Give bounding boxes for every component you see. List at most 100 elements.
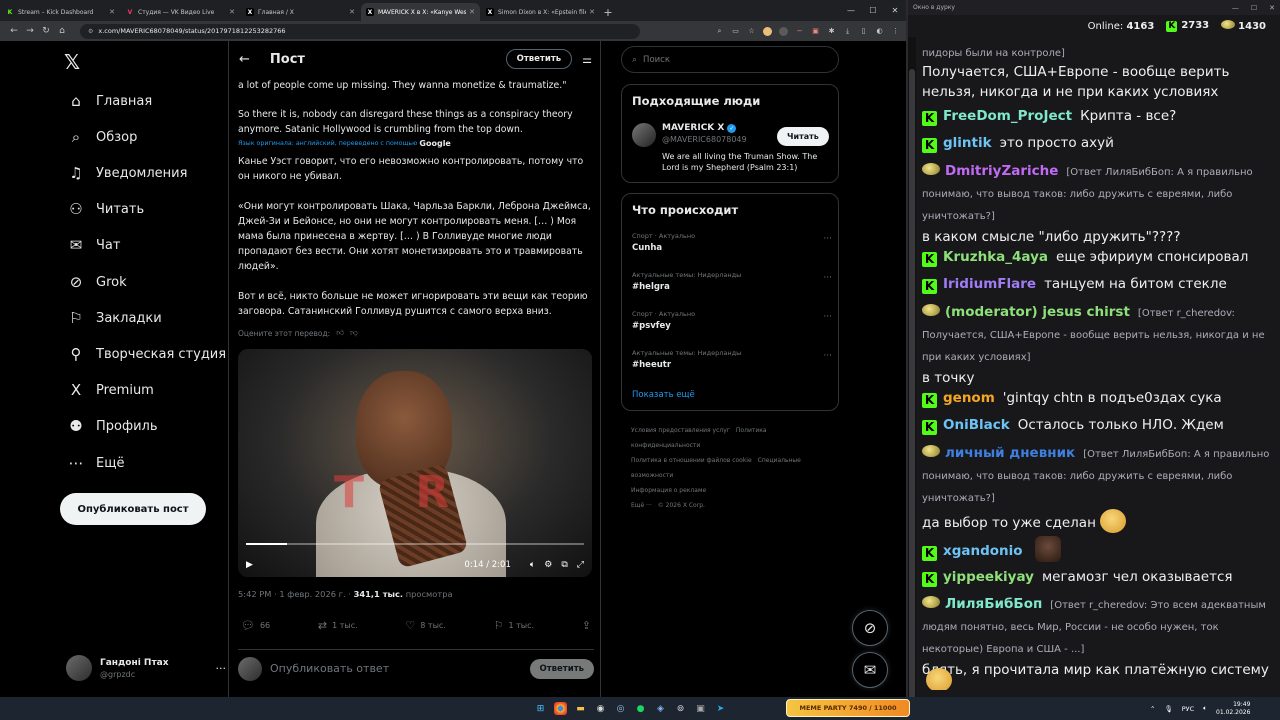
tab-close-icon[interactable]: ✕: [469, 8, 475, 16]
chat-username[interactable]: IridiumFlare: [943, 276, 1036, 292]
browser-tab[interactable]: V Студия — VK Видео Live ✕: [121, 3, 240, 21]
site-info-icon[interactable]: ⚙: [88, 28, 93, 35]
chat-scrollbar-thumb[interactable]: [909, 69, 915, 709]
trend-item[interactable]: Актуальные темы: Нидерланды #heeutr ···: [632, 349, 832, 370]
extension-2-icon[interactable]: [779, 26, 788, 36]
footer-link[interactable]: Политика в отношении файлов cookie: [631, 457, 752, 464]
chat-username[interactable]: xgandonio: [943, 543, 1023, 559]
volume-tray-icon[interactable]: 🔈︎: [1203, 704, 1207, 713]
language-indicator[interactable]: РУС: [1182, 705, 1194, 713]
more-icon[interactable]: ···: [823, 273, 832, 283]
footer-link[interactable]: Ещё ···: [631, 502, 652, 509]
x-logo-icon[interactable]: 𝕏: [64, 50, 80, 74]
chat-username[interactable]: glintik: [943, 135, 992, 151]
trend-item[interactable]: Спорт · Актуально #psvfey ···: [632, 310, 832, 331]
zoom-icon[interactable]: ⌕: [715, 27, 724, 36]
cast-icon[interactable]: ▭: [731, 27, 740, 36]
thumbs-down-icon[interactable]: 👎︎: [350, 328, 358, 338]
chat-username[interactable]: личный дневник: [945, 445, 1075, 461]
close-icon[interactable]: ✕: [884, 0, 906, 21]
show-more-link[interactable]: Показать ещё: [632, 390, 695, 400]
menu-icon[interactable]: ⋮: [891, 27, 900, 36]
chat-username[interactable]: FreeDom_ProJect: [943, 108, 1072, 124]
more-icon[interactable]: ···: [823, 312, 832, 322]
tab-close-icon[interactable]: ✕: [589, 8, 595, 16]
url-field[interactable]: ⚙ x.com/MAVERIC68078049/status/201797181…: [80, 23, 640, 39]
reply-action[interactable]: 💬︎ 66: [241, 619, 270, 632]
grok-fab-icon[interactable]: ⊘: [852, 610, 888, 646]
nav-item-bell[interactable]: ♫ Уведомления: [66, 158, 187, 188]
chat-scrollbar[interactable]: [908, 37, 916, 709]
play-icon[interactable]: ▶: [246, 560, 253, 570]
start-icon[interactable]: ⊞: [534, 702, 547, 715]
extension-1-icon[interactable]: [763, 26, 772, 36]
chat-username[interactable]: OniBlack: [943, 417, 1010, 433]
app-icon[interactable]: ⊚: [674, 702, 687, 715]
reply-input[interactable]: Опубликовать ответ: [270, 662, 389, 675]
reply-submit-button[interactable]: Ответить: [529, 658, 594, 679]
nav-item-x-premium[interactable]: X Premium: [66, 375, 154, 405]
bookmark-star-icon[interactable]: ☆: [747, 27, 756, 36]
chat-username[interactable]: (moderator) jesus chirst: [945, 304, 1130, 320]
back-icon[interactable]: ←: [6, 26, 22, 36]
minimize-icon[interactable]: —: [1232, 4, 1239, 12]
volume-icon[interactable]: 🔈︎: [530, 560, 535, 570]
obs-icon[interactable]: ◉: [594, 702, 607, 715]
more-icon[interactable]: ···: [823, 351, 832, 361]
explorer-icon[interactable]: ▬: [574, 702, 587, 715]
like-action[interactable]: ♡ 8 тыс.: [405, 619, 445, 632]
sidebar-icon[interactable]: ▯: [859, 27, 868, 36]
maximize-icon[interactable]: ☐: [1251, 4, 1257, 12]
footer-link[interactable]: Условия предоставления услуг: [631, 427, 730, 434]
footer-link[interactable]: © 2026 X Corp.: [658, 502, 705, 509]
nav-item-home[interactable]: ⌂ Главная: [66, 86, 152, 116]
chrome-icon[interactable]: [554, 702, 567, 715]
microphone-icon[interactable]: 🎙︎: [1164, 705, 1172, 713]
bookmark-action[interactable]: ⚐ 1 тыс.: [494, 619, 534, 632]
messages-fab-icon[interactable]: ✉: [852, 652, 888, 688]
reply-header-button[interactable]: Ответить: [505, 49, 573, 69]
tab-close-icon[interactable]: ✕: [349, 8, 355, 16]
chat-username[interactable]: genom: [943, 390, 995, 406]
new-tab-button[interactable]: +: [600, 3, 616, 21]
forward-icon[interactable]: →: [22, 26, 38, 36]
extension-4-icon[interactable]: ▣: [811, 27, 820, 36]
downloads-icon[interactable]: ⤓: [843, 27, 852, 36]
tune-icon[interactable]: ⚌: [582, 53, 592, 66]
reload-icon[interactable]: ↻: [38, 26, 54, 36]
thumbs-up-icon[interactable]: 👍︎: [336, 328, 344, 338]
fullscreen-icon[interactable]: ⤢: [577, 560, 584, 570]
translation-note[interactable]: Язык оригинала: английский, переведено с…: [238, 139, 451, 148]
footer-link[interactable]: Информация о рекламе: [631, 487, 706, 494]
more-icon[interactable]: ···: [823, 234, 832, 244]
tab-close-icon[interactable]: ✕: [229, 8, 235, 16]
tray-chevron-icon[interactable]: ⌃: [1150, 705, 1155, 713]
close-icon[interactable]: ✕: [1269, 4, 1275, 12]
extension-3-icon[interactable]: −: [795, 27, 804, 36]
nav-item-grok[interactable]: ⊘ Grok: [66, 267, 127, 297]
telegram-icon[interactable]: ➤: [714, 702, 727, 715]
browser-tab[interactable]: K Stream – Kick Dashboard ✕: [1, 3, 120, 21]
clock[interactable]: 19:49 01.02.2026: [1216, 701, 1250, 717]
account-switcher[interactable]: Гандоні Птах @grpzdc ···: [66, 653, 226, 683]
back-arrow-icon[interactable]: ←: [239, 52, 250, 67]
follow-button[interactable]: Читать: [777, 127, 829, 146]
minimize-icon[interactable]: —: [840, 0, 862, 21]
post-button[interactable]: Опубликовать пост: [60, 493, 206, 525]
nav-item-mail[interactable]: ✉ Чат: [66, 230, 121, 260]
nav-item-profile[interactable]: ⚉ Профиль: [66, 411, 157, 441]
chat-username[interactable]: yippeekiyay: [943, 569, 1034, 585]
chat-username[interactable]: Kruzhka_4aya: [943, 249, 1048, 265]
app-icon[interactable]: ◈: [654, 702, 667, 715]
nav-item-bookmark[interactable]: ⚐ Закладки: [66, 303, 161, 333]
search-input[interactable]: ⌕ Поиск: [621, 46, 839, 73]
nav-item-search[interactable]: ⌕ Обзор: [66, 122, 138, 152]
pip-icon[interactable]: ⧉: [561, 560, 567, 570]
browser-tab[interactable]: X MAVERICK X в X: «Kanye West… ✕: [361, 3, 480, 21]
chat-username[interactable]: DmitriyZariche: [945, 163, 1058, 179]
profile-browser-icon[interactable]: ◐: [875, 27, 884, 36]
nav-item-more[interactable]: ⋯ Ещё: [66, 448, 125, 478]
extensions-puzzle-icon[interactable]: ✱: [827, 27, 836, 36]
steam-icon[interactable]: ◎: [614, 702, 627, 715]
trend-item[interactable]: Актуальные темы: Нидерланды #helgra ···: [632, 271, 832, 292]
